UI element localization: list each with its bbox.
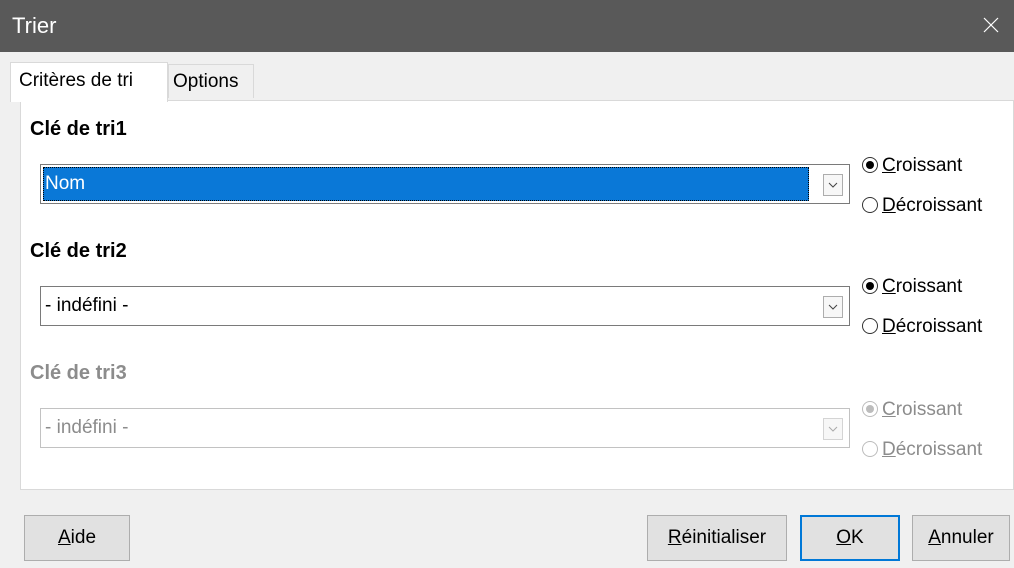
close-button[interactable] (968, 0, 1014, 52)
radio-checked-icon (862, 401, 878, 417)
sort-key-1-value: Nom (43, 167, 809, 201)
help-accel: A (57, 527, 71, 548)
chevron-down-icon (828, 426, 838, 432)
descending-accel: D (882, 195, 896, 216)
sort-key-2-dropdown[interactable]: - indéfini - (40, 286, 850, 326)
cancel-button[interactable]: Annuler (912, 515, 1010, 561)
cancel-accel: A (928, 527, 941, 548)
cancel-label: nnuler (940, 527, 994, 548)
help-label: ide (70, 527, 97, 548)
sort-key-2-label: Clé de tri2 (30, 240, 127, 262)
ascending-accel: C (882, 399, 896, 420)
sort-key-3-descending-radio[interactable]: Décroissant (862, 438, 982, 462)
sort-key-3-dropdown[interactable]: - indéfini - (40, 408, 850, 448)
radio-unchecked-icon (862, 197, 878, 213)
window-title: Trier (12, 13, 57, 38)
sort-key-3-ascending-radio[interactable]: Croissant (862, 398, 962, 422)
reset-button[interactable]: Réinitialiser (647, 515, 787, 561)
descending-accel: D (882, 439, 896, 460)
sort-key-2-descending-radio[interactable]: Décroissant (862, 315, 982, 339)
tab-options[interactable]: Options (168, 64, 254, 98)
radio-checked-icon (862, 278, 878, 294)
sort-key-2-dropdown-button[interactable] (823, 296, 843, 318)
sort-key-3-dropdown-button[interactable] (823, 418, 843, 440)
ascending-accel: C (882, 155, 896, 176)
descending-accel: D (882, 316, 896, 337)
ascending-accel: C (882, 276, 896, 297)
radio-unchecked-icon (862, 318, 878, 334)
reset-label: éinitialiser (681, 527, 767, 548)
sort-key-3-value: - indéfini - (45, 417, 129, 438)
title-bar: Trier (0, 0, 1014, 52)
sort-key-2-value: - indéfini - (45, 295, 129, 316)
sort-key-1-dropdown-button[interactable] (823, 174, 843, 196)
radio-unchecked-icon (862, 441, 878, 457)
ok-button[interactable]: OK (800, 515, 900, 561)
descending-label: écroissant (895, 316, 983, 337)
reset-accel: R (667, 527, 682, 548)
ok-accel: O (836, 527, 852, 548)
help-button[interactable]: Aide (24, 515, 130, 561)
tab-sort-criteria[interactable]: Critères de tri (10, 62, 168, 102)
ascending-label: roissant (895, 276, 963, 297)
ascending-label: roissant (895, 399, 963, 420)
sort-key-2-ascending-radio[interactable]: Croissant (862, 275, 962, 299)
descending-label: écroissant (895, 195, 983, 216)
chevron-down-icon (828, 182, 838, 188)
chevron-down-icon (828, 304, 838, 310)
close-icon (983, 17, 999, 33)
ascending-label: roissant (895, 155, 963, 176)
radio-checked-icon (862, 157, 878, 173)
ok-label: K (851, 527, 864, 548)
sort-key-3-label: Clé de tri3 (30, 362, 127, 384)
sort-key-1-dropdown[interactable]: Nom (40, 164, 850, 204)
sort-key-1-descending-radio[interactable]: Décroissant (862, 194, 982, 218)
sort-key-1-ascending-radio[interactable]: Croissant (862, 154, 962, 178)
descending-label: écroissant (895, 439, 983, 460)
sort-key-1-label: Clé de tri1 (30, 118, 127, 140)
